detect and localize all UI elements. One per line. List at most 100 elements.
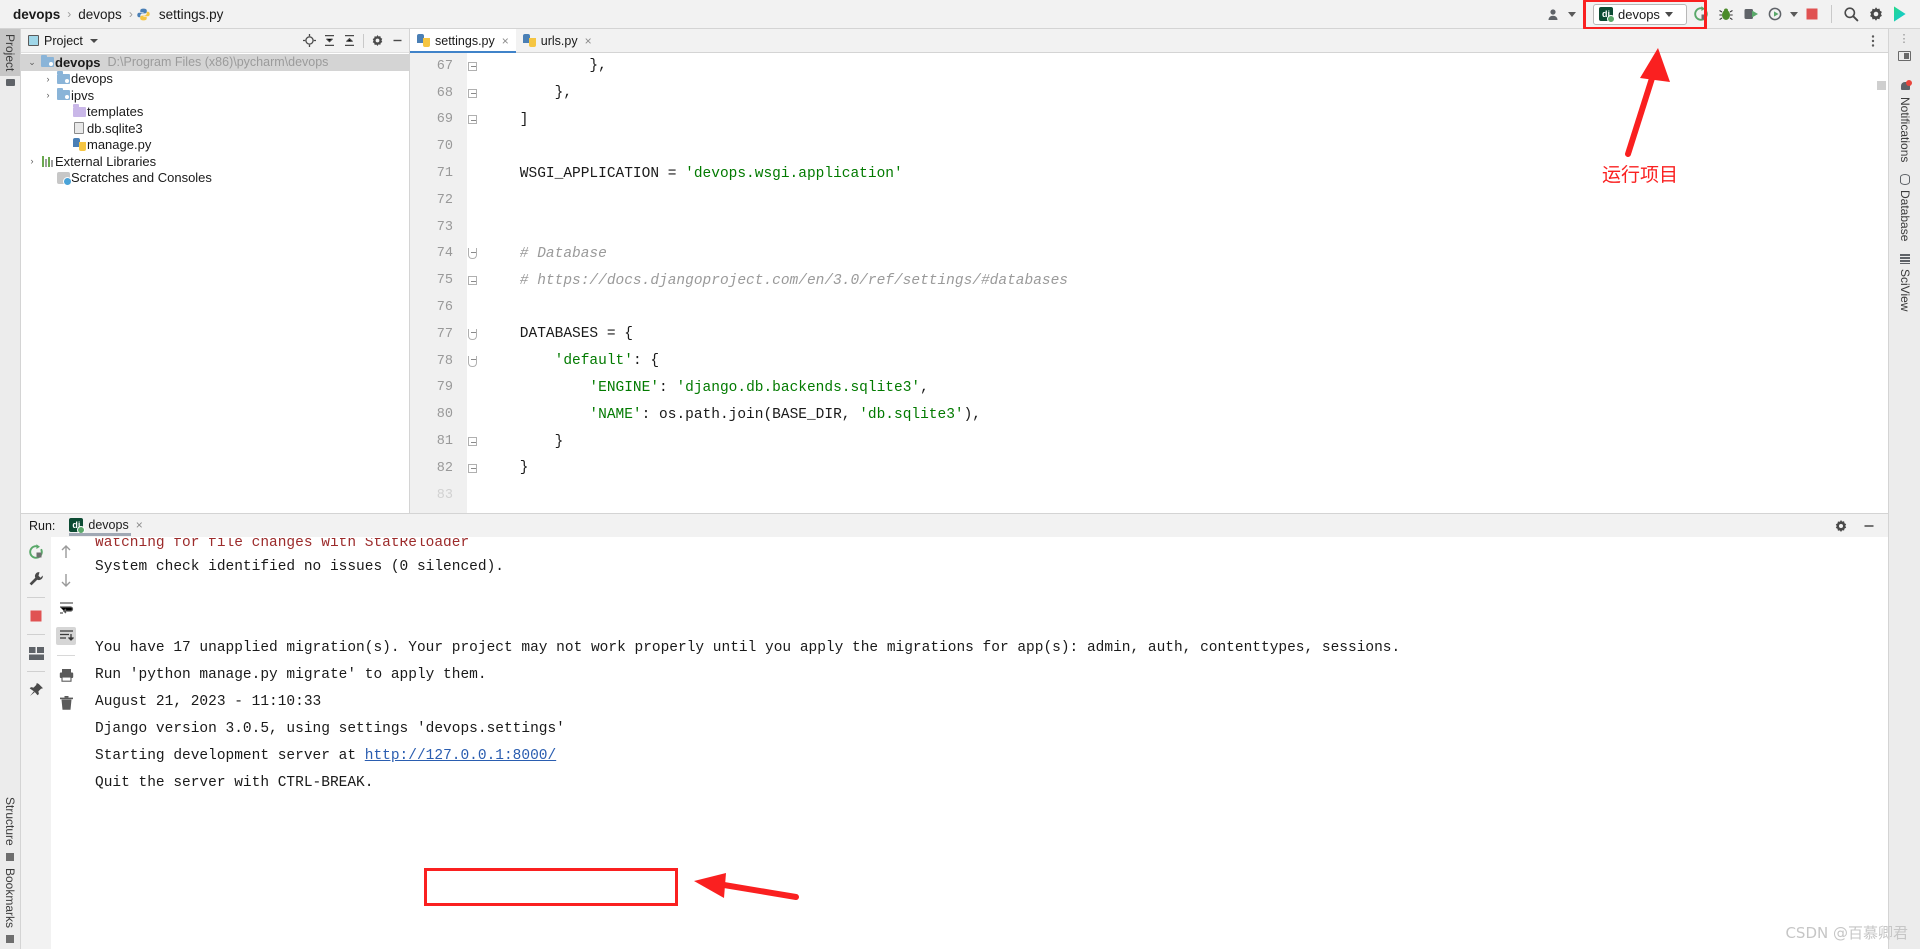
run-with-coverage-icon[interactable] xyxy=(1740,3,1762,25)
gear-icon[interactable] xyxy=(371,34,384,47)
chevron-down-icon[interactable] xyxy=(89,38,98,43)
user-profile-icon[interactable] xyxy=(1543,3,1565,25)
expand-all-icon[interactable] xyxy=(323,34,336,47)
code-line: 74 # Database xyxy=(410,241,1888,268)
profile-icon[interactable] xyxy=(1765,3,1787,25)
minimize-icon[interactable] xyxy=(391,34,404,47)
tab-settings-py[interactable]: settings.py × xyxy=(410,29,516,53)
scroll-up-icon[interactable] xyxy=(56,543,76,561)
tree-item-ipvs[interactable]: › ipvs xyxy=(21,87,409,104)
tree-label: External Libraries xyxy=(55,153,157,169)
layout-icon[interactable] xyxy=(26,644,46,662)
chevron-down-icon[interactable] xyxy=(1664,11,1673,17)
run-tab-devops[interactable]: dj devops × xyxy=(69,517,143,536)
panel-layout-icon[interactable] xyxy=(1898,51,1911,61)
sidebar-item-database[interactable]: Database xyxy=(1898,168,1912,247)
search-magnifier-icon[interactable] xyxy=(1840,3,1862,25)
console-line: Quit the server with CTRL-BREAK. xyxy=(95,775,374,791)
fold-marker[interactable] xyxy=(460,61,485,71)
close-icon[interactable]: × xyxy=(585,34,592,48)
rerun-green-icon[interactable] xyxy=(1690,3,1712,25)
fold-marker[interactable] xyxy=(460,248,485,260)
code-line: 81 } xyxy=(410,428,1888,455)
sidebar-item-project[interactable]: Project xyxy=(0,29,20,77)
line-number: 81 xyxy=(436,434,453,450)
breadcrumb-item-0[interactable]: devops xyxy=(10,7,63,22)
tree-item-templates[interactable]: templates xyxy=(21,104,409,121)
gear-icon[interactable] xyxy=(1834,519,1848,533)
fold-marker[interactable] xyxy=(460,88,485,98)
console-scrollbar[interactable] xyxy=(1876,537,1888,949)
fold-marker[interactable] xyxy=(460,115,485,125)
sidebar-item-bookmarks[interactable]: Bookmarks xyxy=(0,863,20,933)
collapse-all-icon[interactable] xyxy=(343,34,356,47)
stop-red-square-icon[interactable] xyxy=(26,607,46,625)
tree-item-devops-module[interactable]: › devops xyxy=(21,71,409,88)
sidebar-item-sciview[interactable]: SciView xyxy=(1898,248,1912,317)
tree-item-scratches-and-consoles[interactable]: Scratches and Consoles xyxy=(21,170,409,187)
code-line: 80 'NAME': os.path.join(BASE_DIR, 'db.sq… xyxy=(410,401,1888,428)
gear-icon[interactable] xyxy=(1865,3,1887,25)
code-text: DATABASES = { xyxy=(485,326,633,343)
breadcrumb-separator: › xyxy=(128,7,133,21)
run-console-output[interactable]: Watching for file changes with StatReloa… xyxy=(81,537,1888,949)
fold-marker[interactable] xyxy=(460,463,485,473)
server-url-link[interactable]: http://127.0.0.1:8000/ xyxy=(365,748,556,764)
folder-root-icon xyxy=(39,54,55,68)
twisty-icon[interactable]: › xyxy=(41,90,55,100)
fold-marker[interactable] xyxy=(460,328,485,340)
fold-marker[interactable] xyxy=(460,276,485,286)
pin-icon[interactable] xyxy=(26,681,46,699)
print-icon[interactable] xyxy=(56,666,76,684)
run-tab-label: devops xyxy=(88,517,129,532)
tree-item-manage-py[interactable]: manage.py xyxy=(21,137,409,154)
sidebar-item-notifications[interactable]: Notifications xyxy=(1898,75,1912,168)
close-icon[interactable]: × xyxy=(136,518,143,532)
code-editor[interactable]: 67 }, 68 }, 69 ] 70 71 WSGI_APPLICATION … xyxy=(410,53,1888,513)
twisty-icon[interactable]: › xyxy=(41,74,55,84)
tree-item-external-libraries[interactable]: › External Libraries xyxy=(21,153,409,170)
console-line: Run 'python manage.py migrate' to apply … xyxy=(95,667,487,683)
code-text: WSGI_APPLICATION = xyxy=(485,165,686,182)
editor-options[interactable] xyxy=(1866,29,1888,52)
code-comment: # https://docs.djangoproject.com/en/3.0/… xyxy=(485,272,1068,289)
trash-icon[interactable] xyxy=(56,694,76,712)
user-dropdown-caret-icon[interactable] xyxy=(1568,11,1576,17)
breadcrumb-item-2[interactable]: settings.py xyxy=(156,7,227,22)
twisty-icon[interactable]: ⌄ xyxy=(25,57,39,68)
code-line: 78 'default': { xyxy=(410,348,1888,375)
fold-marker[interactable] xyxy=(460,437,485,447)
rerun-green-icon[interactable] xyxy=(26,543,46,561)
panel-title: Project xyxy=(44,33,83,48)
code-text: } xyxy=(485,460,529,477)
more-options-icon[interactable]: ⋮ xyxy=(1889,29,1920,45)
django-icon: dj xyxy=(1599,7,1615,23)
scroll-down-icon[interactable] xyxy=(56,571,76,589)
pycharm-logo-icon[interactable] xyxy=(1890,3,1912,25)
stop-red-square-icon[interactable] xyxy=(1801,3,1823,25)
fold-marker[interactable] xyxy=(460,355,485,367)
rail-label-structure: Structure xyxy=(3,797,17,846)
python-file-icon xyxy=(71,138,87,152)
console-line: Watching for file changes with StatReloa… xyxy=(95,538,470,551)
tree-item-devops-root[interactable]: ⌄ devops D:\Program Files (x86)\pycharm\… xyxy=(21,54,409,71)
wrench-icon[interactable] xyxy=(26,570,46,588)
soft-wrap-icon[interactable] xyxy=(56,599,76,617)
line-number: 78 xyxy=(436,353,453,369)
close-icon[interactable]: × xyxy=(502,34,509,48)
toolbar-divider xyxy=(1831,5,1832,23)
line-number: 67 xyxy=(436,58,453,74)
run-configuration-selector[interactable]: dj devops xyxy=(1593,3,1687,25)
scroll-to-end-icon[interactable] xyxy=(56,627,76,645)
twisty-icon[interactable]: › xyxy=(25,156,39,166)
debug-bug-icon[interactable] xyxy=(1715,3,1737,25)
locate-icon[interactable] xyxy=(303,34,316,47)
tree-item-db-sqlite3[interactable]: db.sqlite3 xyxy=(21,120,409,137)
breadcrumb-item-1[interactable]: devops xyxy=(75,7,125,22)
tab-urls-py[interactable]: urls.py × xyxy=(516,29,599,52)
profile-dropdown-caret-icon[interactable] xyxy=(1790,11,1798,17)
run-configuration-area: dj devops xyxy=(1583,0,1707,30)
sidebar-item-structure[interactable]: Structure xyxy=(0,792,20,851)
minimize-icon[interactable] xyxy=(1862,519,1876,533)
